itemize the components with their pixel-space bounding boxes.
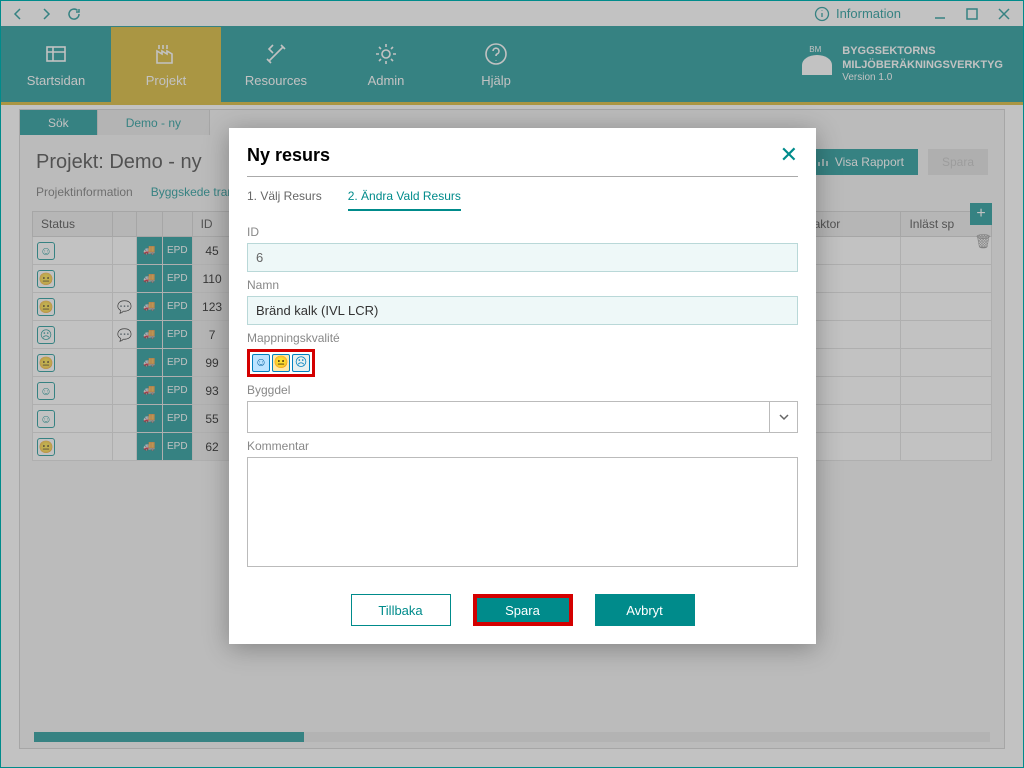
namn-input[interactable]	[247, 296, 798, 325]
new-resource-modal: Ny resurs ✕ 1. Välj Resurs 2. Ändra Vald…	[229, 128, 816, 644]
label-kommentar: Kommentar	[247, 439, 798, 453]
avbryt-button[interactable]: Avbryt	[595, 594, 695, 626]
id-field: 6	[247, 243, 798, 272]
quality-happy-icon[interactable]: ☺	[252, 354, 270, 372]
label-quality: Mappningskvalité	[247, 331, 798, 345]
spara-button[interactable]: Spara	[473, 594, 573, 626]
step-1[interactable]: 1. Välj Resurs	[247, 189, 322, 211]
kommentar-textarea[interactable]	[247, 457, 798, 567]
quality-neutral-icon[interactable]: 😐	[272, 354, 290, 372]
tillbaka-button[interactable]: Tillbaka	[351, 594, 451, 626]
quality-sad-icon[interactable]: ☹	[292, 354, 310, 372]
label-byggdel: Byggdel	[247, 383, 798, 397]
modal-title: Ny resurs	[247, 145, 330, 166]
close-icon[interactable]: ✕	[780, 142, 798, 168]
modal-steps: 1. Välj Resurs 2. Ändra Vald Resurs	[247, 189, 798, 211]
label-namn: Namn	[247, 278, 798, 292]
label-id: ID	[247, 225, 798, 239]
chevron-down-icon[interactable]	[769, 402, 797, 432]
byggdel-select[interactable]	[247, 401, 798, 433]
step-2[interactable]: 2. Ändra Vald Resurs	[348, 189, 461, 211]
quality-selector: ☺ 😐 ☹	[247, 349, 315, 377]
